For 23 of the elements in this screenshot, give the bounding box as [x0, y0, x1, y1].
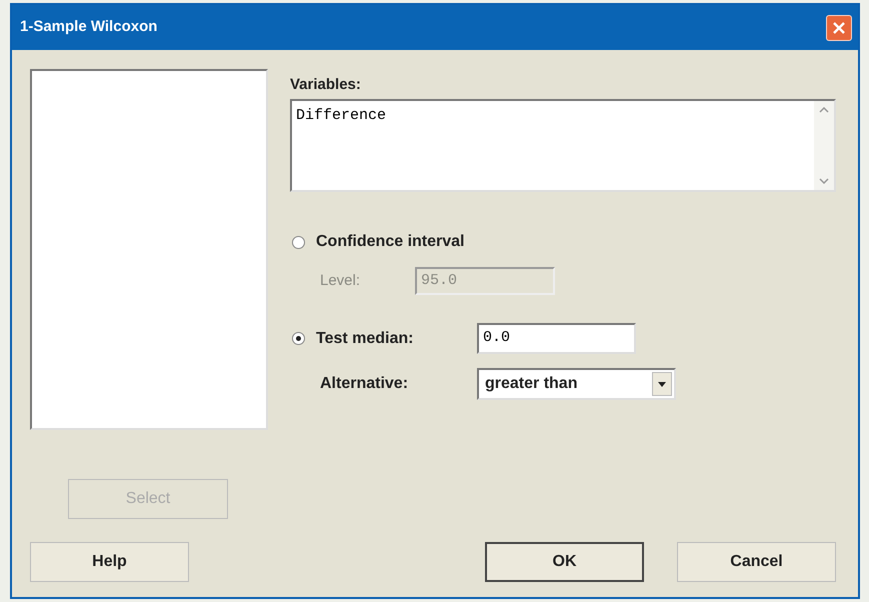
field-value: Difference	[295, 106, 388, 126]
ok-button[interactable]: OK	[485, 542, 644, 582]
scroll-down-icon[interactable]	[819, 178, 829, 184]
field-label: Variables:	[290, 75, 362, 95]
help-button[interactable]: Help	[30, 542, 189, 582]
field-label: Level:	[320, 270, 362, 291]
cancel-button[interactable]: Cancel	[677, 542, 836, 582]
field-label: Alternative:	[320, 374, 410, 394]
radio-label: Confidence interval	[316, 232, 464, 252]
test-median-field[interactable]: 0.0	[477, 323, 636, 354]
dropdown-value: greater than	[485, 374, 578, 394]
radio-button[interactable]	[292, 332, 305, 345]
field-value: 95.0	[421, 270, 458, 291]
scroll-up-icon[interactable]	[819, 107, 829, 113]
radio-button[interactable]	[292, 236, 305, 248]
close-icon	[832, 20, 846, 34]
window-title: 1-Sample Wilcoxon	[20, 17, 158, 38]
close-button[interactable]	[826, 14, 852, 40]
alternative-dropdown[interactable]: greater than	[477, 368, 676, 400]
field-value: 0.0	[483, 328, 510, 348]
variables-field[interactable]: Difference	[290, 99, 836, 192]
radio-label: Test median:	[316, 328, 414, 348]
scrollbar[interactable]	[814, 101, 834, 190]
